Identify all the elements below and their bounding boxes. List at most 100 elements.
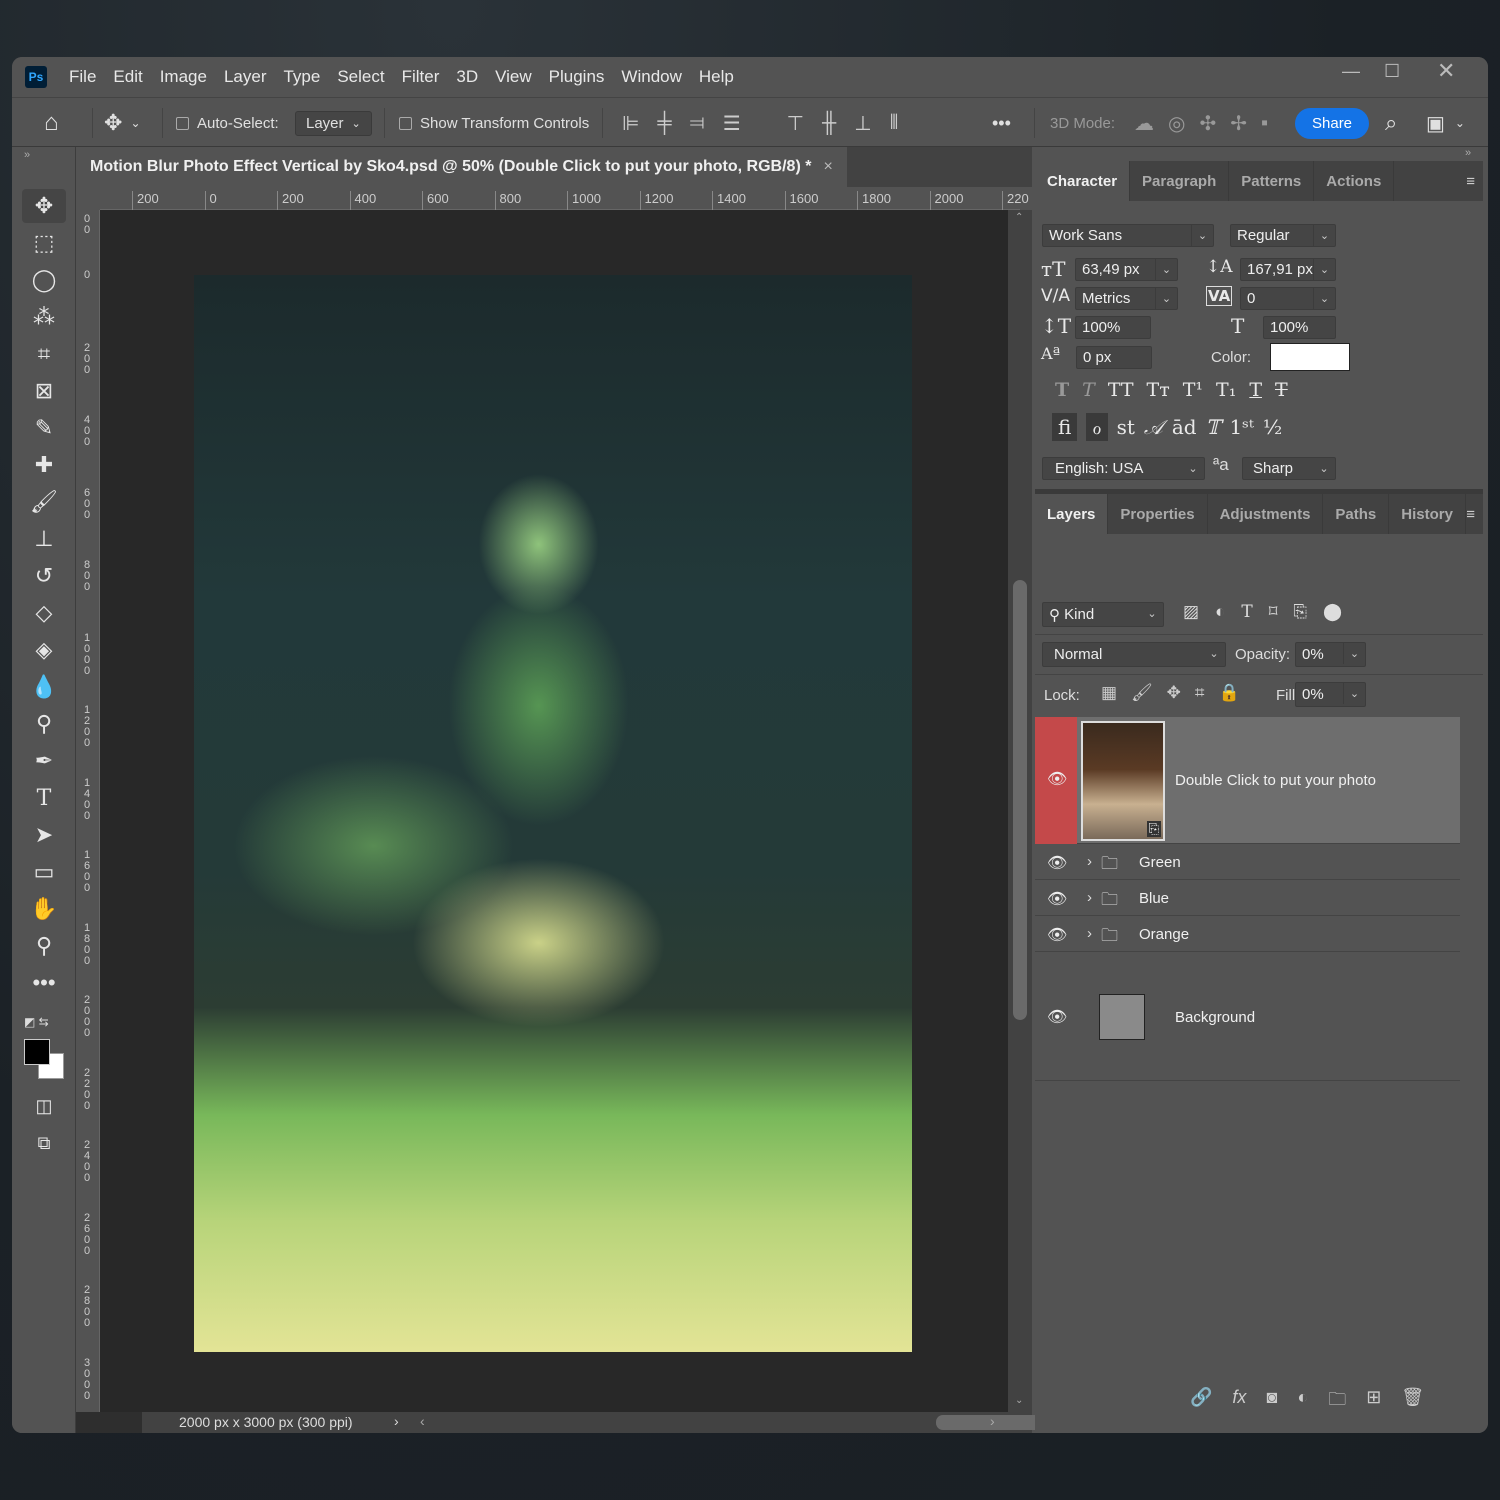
align-bottom-icon[interactable]: ⊥: [854, 111, 871, 136]
delete-layer-icon[interactable]: 🗑: [1401, 1387, 1424, 1417]
lock-image-icon[interactable]: 🖌: [1131, 683, 1153, 703]
faux-bold-button[interactable]: T: [1055, 379, 1069, 401]
kerning-dropdown[interactable]: Metrics ⌄: [1075, 287, 1178, 310]
horizontal-scale-field[interactable]: 100%: [1263, 316, 1336, 339]
foreground-color-swatch[interactable]: [24, 1039, 50, 1065]
alternates-button[interactable]: ℴ: [1086, 413, 1108, 441]
tab-character[interactable]: Character: [1035, 161, 1131, 201]
hand-tool-icon[interactable]: ✋: [22, 892, 66, 926]
superscript-button[interactable]: T¹: [1183, 379, 1203, 401]
workspace-icon[interactable]: ▣ ⌄: [1426, 98, 1465, 148]
document-tab[interactable]: Motion Blur Photo Effect Vertical by Sko…: [76, 147, 847, 187]
align-middle-v-icon[interactable]: ╫: [822, 112, 836, 135]
lock-artboard-icon[interactable]: ⌗: [1195, 683, 1205, 703]
scroll-right-icon[interactable]: ›: [990, 1413, 995, 1429]
3d-roll-icon[interactable]: ◎: [1168, 111, 1185, 136]
home-icon[interactable]: ⌂: [44, 98, 59, 148]
3d-orbit-icon[interactable]: ☁: [1134, 111, 1154, 136]
subscript-button[interactable]: T₁: [1216, 379, 1236, 401]
filter-toggle-switch[interactable]: ⬤: [1323, 602, 1342, 622]
scroll-down-icon[interactable]: ⌄: [1015, 1395, 1023, 1406]
filter-smart-object-icon[interactable]: ⎘: [1293, 602, 1307, 622]
add-mask-icon[interactable]: ◙: [1266, 1387, 1277, 1417]
scroll-up-icon[interactable]: ⌃: [1015, 212, 1023, 223]
dodge-tool-icon[interactable]: ⚲: [22, 707, 66, 741]
document-image[interactable]: [194, 275, 912, 1352]
language-dropdown[interactable]: English: USA ⌄: [1042, 457, 1205, 480]
scroll-left-icon[interactable]: ‹: [420, 1413, 425, 1429]
leading-field[interactable]: 167,91 px ⌄: [1240, 258, 1336, 281]
vertical-scrollbar[interactable]: ⌃ ⌄: [1008, 210, 1032, 1412]
ligatures-button[interactable]: ﬁ: [1052, 413, 1078, 441]
collapse-panels-icon[interactable]: »: [1465, 147, 1471, 159]
layer-row-green[interactable]: 👁 › 🗀 Green: [1035, 845, 1460, 880]
default-colors-icon[interactable]: ◩ ⇆: [24, 1015, 49, 1029]
visibility-eye-icon[interactable]: 👁: [1047, 889, 1067, 909]
lock-position-icon[interactable]: ✥: [1167, 683, 1181, 703]
eyedropper-tool-icon[interactable]: ✎: [22, 411, 66, 445]
healing-brush-tool-icon[interactable]: ✚: [22, 448, 66, 482]
swash-button[interactable]: 𝒜: [1144, 415, 1163, 439]
fill-field[interactable]: 0% ⌄: [1295, 682, 1366, 707]
tab-properties[interactable]: Properties: [1108, 494, 1208, 534]
lock-all-icon[interactable]: 🔒: [1218, 683, 1239, 703]
screen-mode-icon[interactable]: ⧉: [22, 1126, 66, 1160]
link-layers-icon[interactable]: 🔗: [1190, 1387, 1212, 1417]
rectangle-tool-icon[interactable]: ▭: [22, 855, 66, 889]
tab-paths[interactable]: Paths: [1323, 494, 1390, 534]
marquee-tool-icon[interactable]: ⬚: [22, 226, 66, 260]
lock-transparent-icon[interactable]: ▦: [1101, 683, 1117, 703]
minimize-icon[interactable]: —: [1342, 61, 1360, 82]
move-tool-icon[interactable]: ✥: [22, 189, 66, 223]
menu-edit[interactable]: Edit: [113, 67, 142, 87]
tab-history[interactable]: History: [1389, 494, 1466, 534]
collapse-icon[interactable]: »: [24, 149, 30, 161]
font-size-field[interactable]: 63,49 px ⌄: [1075, 258, 1178, 281]
layer-filter-kind-dropdown[interactable]: ⚲ Kind ⌄: [1042, 602, 1164, 627]
fractions-button[interactable]: ½: [1263, 415, 1282, 439]
menu-select[interactable]: Select: [337, 67, 384, 87]
opacity-field[interactable]: 0% ⌄: [1295, 642, 1366, 667]
tab-layers[interactable]: Layers: [1035, 494, 1109, 534]
status-menu-arrow-icon[interactable]: ›: [394, 1413, 399, 1429]
menu-view[interactable]: View: [495, 67, 532, 87]
expand-group-icon[interactable]: ›: [1087, 853, 1092, 870]
eraser-tool-icon[interactable]: ◇: [22, 596, 66, 630]
distribute-icon[interactable]: ☰: [723, 111, 741, 136]
expand-group-icon[interactable]: ›: [1087, 925, 1092, 942]
visibility-eye-icon[interactable]: 👁: [1047, 853, 1067, 873]
panel-menu-icon[interactable]: ≡: [1466, 161, 1483, 201]
paint-bucket-tool-icon[interactable]: ◈: [22, 633, 66, 667]
zoom-tool-icon[interactable]: ⚲: [22, 929, 66, 963]
3d-slide-icon[interactable]: ✢: [1230, 111, 1247, 136]
align-center-h-icon[interactable]: ╪: [657, 112, 671, 135]
vertical-scale-field[interactable]: 100%: [1075, 316, 1151, 339]
type-tool-icon[interactable]: T: [22, 781, 66, 815]
visibility-eye-icon[interactable]: 👁: [1047, 769, 1067, 789]
history-brush-tool-icon[interactable]: ↺: [22, 559, 66, 593]
horizontal-scrollbar[interactable]: ‹ ›: [416, 1412, 1158, 1433]
faux-italic-button[interactable]: T: [1082, 379, 1095, 401]
filter-shape-icon[interactable]: ⌑: [1269, 602, 1278, 622]
layers-panel-menu-icon[interactable]: ≡: [1466, 494, 1483, 534]
clone-stamp-tool-icon[interactable]: ⊥: [22, 522, 66, 556]
tab-patterns[interactable]: Patterns: [1229, 161, 1315, 201]
layer-row-photo[interactable]: 👁 ⎘ Double Click to put your photo: [1035, 717, 1460, 844]
canvas-area[interactable]: [100, 210, 1008, 1412]
blur-tool-icon[interactable]: 💧: [22, 670, 66, 704]
expand-group-icon[interactable]: ›: [1087, 889, 1092, 906]
tracking-dropdown[interactable]: 0 ⌄: [1240, 287, 1336, 310]
align-right-icon[interactable]: ⫤: [690, 112, 705, 135]
layer-style-fx-icon[interactable]: fx: [1232, 1387, 1246, 1417]
menu-window[interactable]: Window: [621, 67, 681, 87]
small-caps-button[interactable]: Tт: [1147, 379, 1170, 401]
baseline-shift-field[interactable]: 0 px: [1076, 346, 1152, 369]
edit-toolbar-icon[interactable]: •••: [22, 966, 66, 1000]
lasso-tool-icon[interactable]: ◯: [22, 263, 66, 297]
tab-paragraph[interactable]: Paragraph: [1130, 161, 1230, 201]
new-group-icon[interactable]: 🗀: [1328, 1387, 1346, 1417]
layer-row-background[interactable]: 👁 Background: [1035, 953, 1460, 1081]
strikethrough-button[interactable]: T: [1275, 379, 1288, 401]
blend-mode-dropdown[interactable]: Normal ⌄: [1042, 642, 1226, 667]
menu-type[interactable]: Type: [283, 67, 320, 87]
